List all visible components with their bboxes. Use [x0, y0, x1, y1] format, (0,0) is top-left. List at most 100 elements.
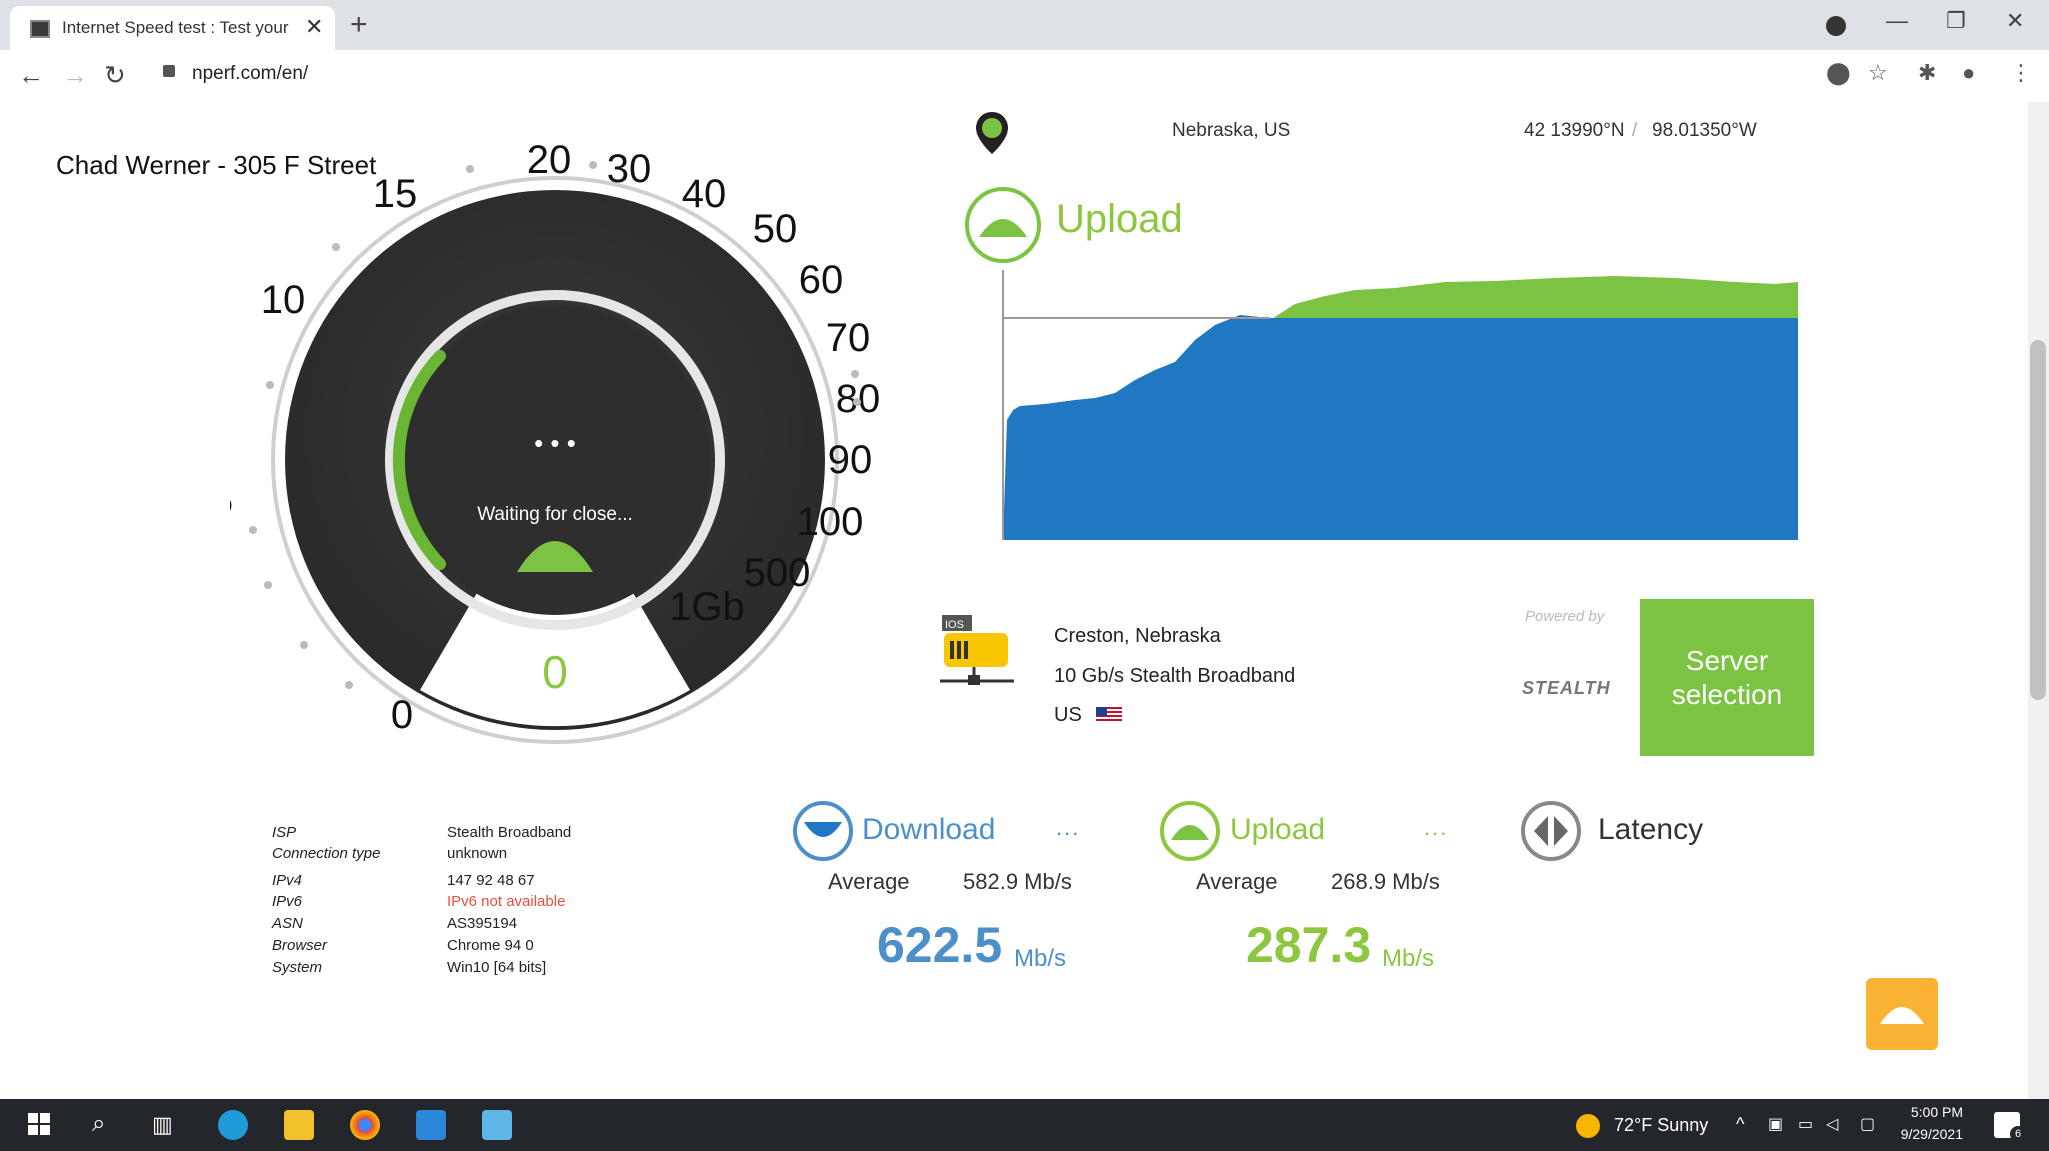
- speed-gauge: • • • Waiting for close... 0 0 5 10 15 2…: [230, 138, 880, 744]
- server-city: Creston, Nebraska: [1054, 625, 1221, 647]
- upload-header-icon: [965, 187, 1041, 263]
- edge-icon[interactable]: [218, 1110, 248, 1140]
- bookmark-star-icon[interactable]: ☆: [1868, 60, 1888, 86]
- chrome-icon[interactable]: [350, 1110, 380, 1140]
- back-arrow-icon[interactable]: ←: [18, 60, 44, 91]
- volume-icon[interactable]: ◁: [1826, 1114, 1838, 1134]
- gauge-label-30: 30: [607, 147, 652, 191]
- tab-strip: Internet Speed test : Test your t ✕ + — …: [0, 0, 2049, 50]
- upload-average-value: 268.9 Mb/s: [1331, 869, 1440, 894]
- location-blocked-icon[interactable]: ⬤: [1826, 60, 1851, 86]
- chevron-up-icon: [1880, 1007, 1924, 1024]
- latency-icon: [1521, 801, 1581, 861]
- info-label-ipv4: IPv4: [272, 872, 303, 889]
- lock-icon: [163, 65, 175, 77]
- coords-separator: /: [1632, 120, 1638, 141]
- server-icon: IOS: [940, 615, 1014, 685]
- throughput-graph: [1002, 270, 1798, 540]
- gauge-label-5: 5: [230, 479, 233, 523]
- upload-dots: ...: [1424, 815, 1449, 840]
- stealth-logo: STEALTH: [1522, 678, 1611, 698]
- location-longitude: 98.01350°W: [1652, 120, 1757, 141]
- info-label-system: System: [272, 959, 323, 976]
- info-label-ipv6: IPv6: [272, 893, 303, 910]
- info-value-system: Win10 [64 bits]: [447, 959, 547, 976]
- gauge-label-60: 60: [799, 258, 844, 302]
- server-provider: 10 Gb/s Stealth Broadband: [1054, 665, 1296, 687]
- active-tab[interactable]: Internet Speed test : Test your t ✕: [10, 6, 335, 50]
- task-view-icon[interactable]: ▥: [152, 1112, 173, 1138]
- info-value-connection-type: unknown: [447, 845, 508, 862]
- network-icon[interactable]: ▣: [1768, 1114, 1783, 1134]
- map-pin-icon: [976, 112, 1008, 154]
- site-favicon-icon: [30, 20, 50, 38]
- powered-by-label: Powered by: [1525, 608, 1605, 625]
- info-label-connection-type: Connection type: [272, 845, 381, 862]
- tray-chevron-up-icon[interactable]: ^: [1736, 1114, 1744, 1135]
- graph-download-area: [1003, 315, 1798, 540]
- info-value-ipv6: IPv6 not available: [447, 893, 566, 910]
- battery-icon[interactable]: ▭: [1798, 1114, 1813, 1134]
- app-icon[interactable]: [482, 1110, 512, 1140]
- new-tab-button[interactable]: +: [350, 8, 368, 42]
- menu-kebab-icon[interactable]: ⋮: [2010, 60, 2032, 86]
- download-dots: ...: [1056, 815, 1081, 840]
- info-value-asn: AS395194: [447, 915, 518, 932]
- upload-title: Upload: [1230, 813, 1326, 846]
- location-region: Nebraska, US: [1172, 120, 1291, 141]
- weather-text[interactable]: 72°F Sunny: [1614, 1115, 1708, 1136]
- restore-button[interactable]: ❐: [1946, 8, 1966, 34]
- store-icon[interactable]: [416, 1110, 446, 1140]
- info-label-browser: Browser: [272, 937, 328, 954]
- latency-title: Latency: [1598, 813, 1704, 846]
- gauge-label-0: 0: [391, 693, 413, 737]
- upload-average-label: Average: [1196, 869, 1278, 894]
- clock-date[interactable]: 9/29/2021: [1901, 1126, 1963, 1142]
- reload-icon[interactable]: ↻: [104, 60, 126, 91]
- tab-search-icon[interactable]: [1826, 16, 1846, 36]
- gauge-label-20: 20: [527, 138, 572, 182]
- forward-arrow-icon[interactable]: →: [62, 60, 88, 91]
- tab-close-icon[interactable]: ✕: [305, 14, 323, 40]
- tab-title: Internet Speed test : Test your t: [62, 18, 292, 37]
- weather-sun-icon[interactable]: [1576, 1114, 1600, 1138]
- download-icon: [793, 801, 853, 861]
- window-close-button[interactable]: ✕: [2006, 8, 2024, 34]
- page-scrollbar-thumb[interactable]: [2030, 340, 2046, 700]
- download-speed-value: 622.5: [877, 917, 1003, 973]
- download-title: Download: [862, 813, 996, 846]
- gauge-label-70: 70: [826, 316, 871, 360]
- us-flag-icon: [1096, 707, 1122, 723]
- extensions-icon[interactable]: ✱: [1918, 60, 1936, 86]
- server-country: US: [1054, 704, 1082, 726]
- gauge-label-1gb: 1Gb: [669, 585, 745, 629]
- server-selection-button[interactable]: Server selection: [1640, 599, 1814, 756]
- info-label-asn: ASN: [272, 915, 303, 932]
- info-value-isp: Stealth Broadband: [447, 824, 572, 841]
- search-icon[interactable]: ⌕: [92, 1110, 105, 1138]
- gauge-label-50: 50: [753, 207, 798, 251]
- info-label-isp: ISP: [272, 824, 297, 841]
- svg-text:IOS: IOS: [945, 619, 964, 631]
- gauge-status-text: Waiting for close...: [477, 504, 633, 525]
- gauge-label-10: 10: [261, 278, 306, 322]
- location-latitude: 42 13990°N: [1524, 120, 1625, 141]
- download-speed-unit: Mb/s: [1014, 945, 1067, 972]
- notification-count-badge: 6: [2010, 1126, 2026, 1142]
- upload-icon: [1160, 801, 1220, 861]
- download-average-label: Average: [828, 869, 910, 894]
- display-icon[interactable]: ▢: [1860, 1114, 1875, 1134]
- file-explorer-icon[interactable]: [284, 1110, 314, 1140]
- windows-start-icon[interactable]: [28, 1113, 50, 1135]
- url-field[interactable]: nperf.com/en/: [192, 63, 308, 85]
- gauge-value: 0: [542, 646, 568, 698]
- clock-time[interactable]: 5:00 PM: [1911, 1104, 1963, 1120]
- minimize-button[interactable]: —: [1886, 8, 1908, 34]
- gauge-label-500: 500: [744, 551, 811, 595]
- profile-icon[interactable]: ●: [1962, 60, 1975, 86]
- gauge-label-90: 90: [828, 438, 873, 482]
- info-value-browser: Chrome 94 0: [447, 937, 534, 954]
- info-value-ipv4: 147 92 48 67: [447, 872, 535, 889]
- gauge-label-40: 40: [682, 172, 727, 216]
- scroll-to-top-button[interactable]: [1866, 978, 1938, 1050]
